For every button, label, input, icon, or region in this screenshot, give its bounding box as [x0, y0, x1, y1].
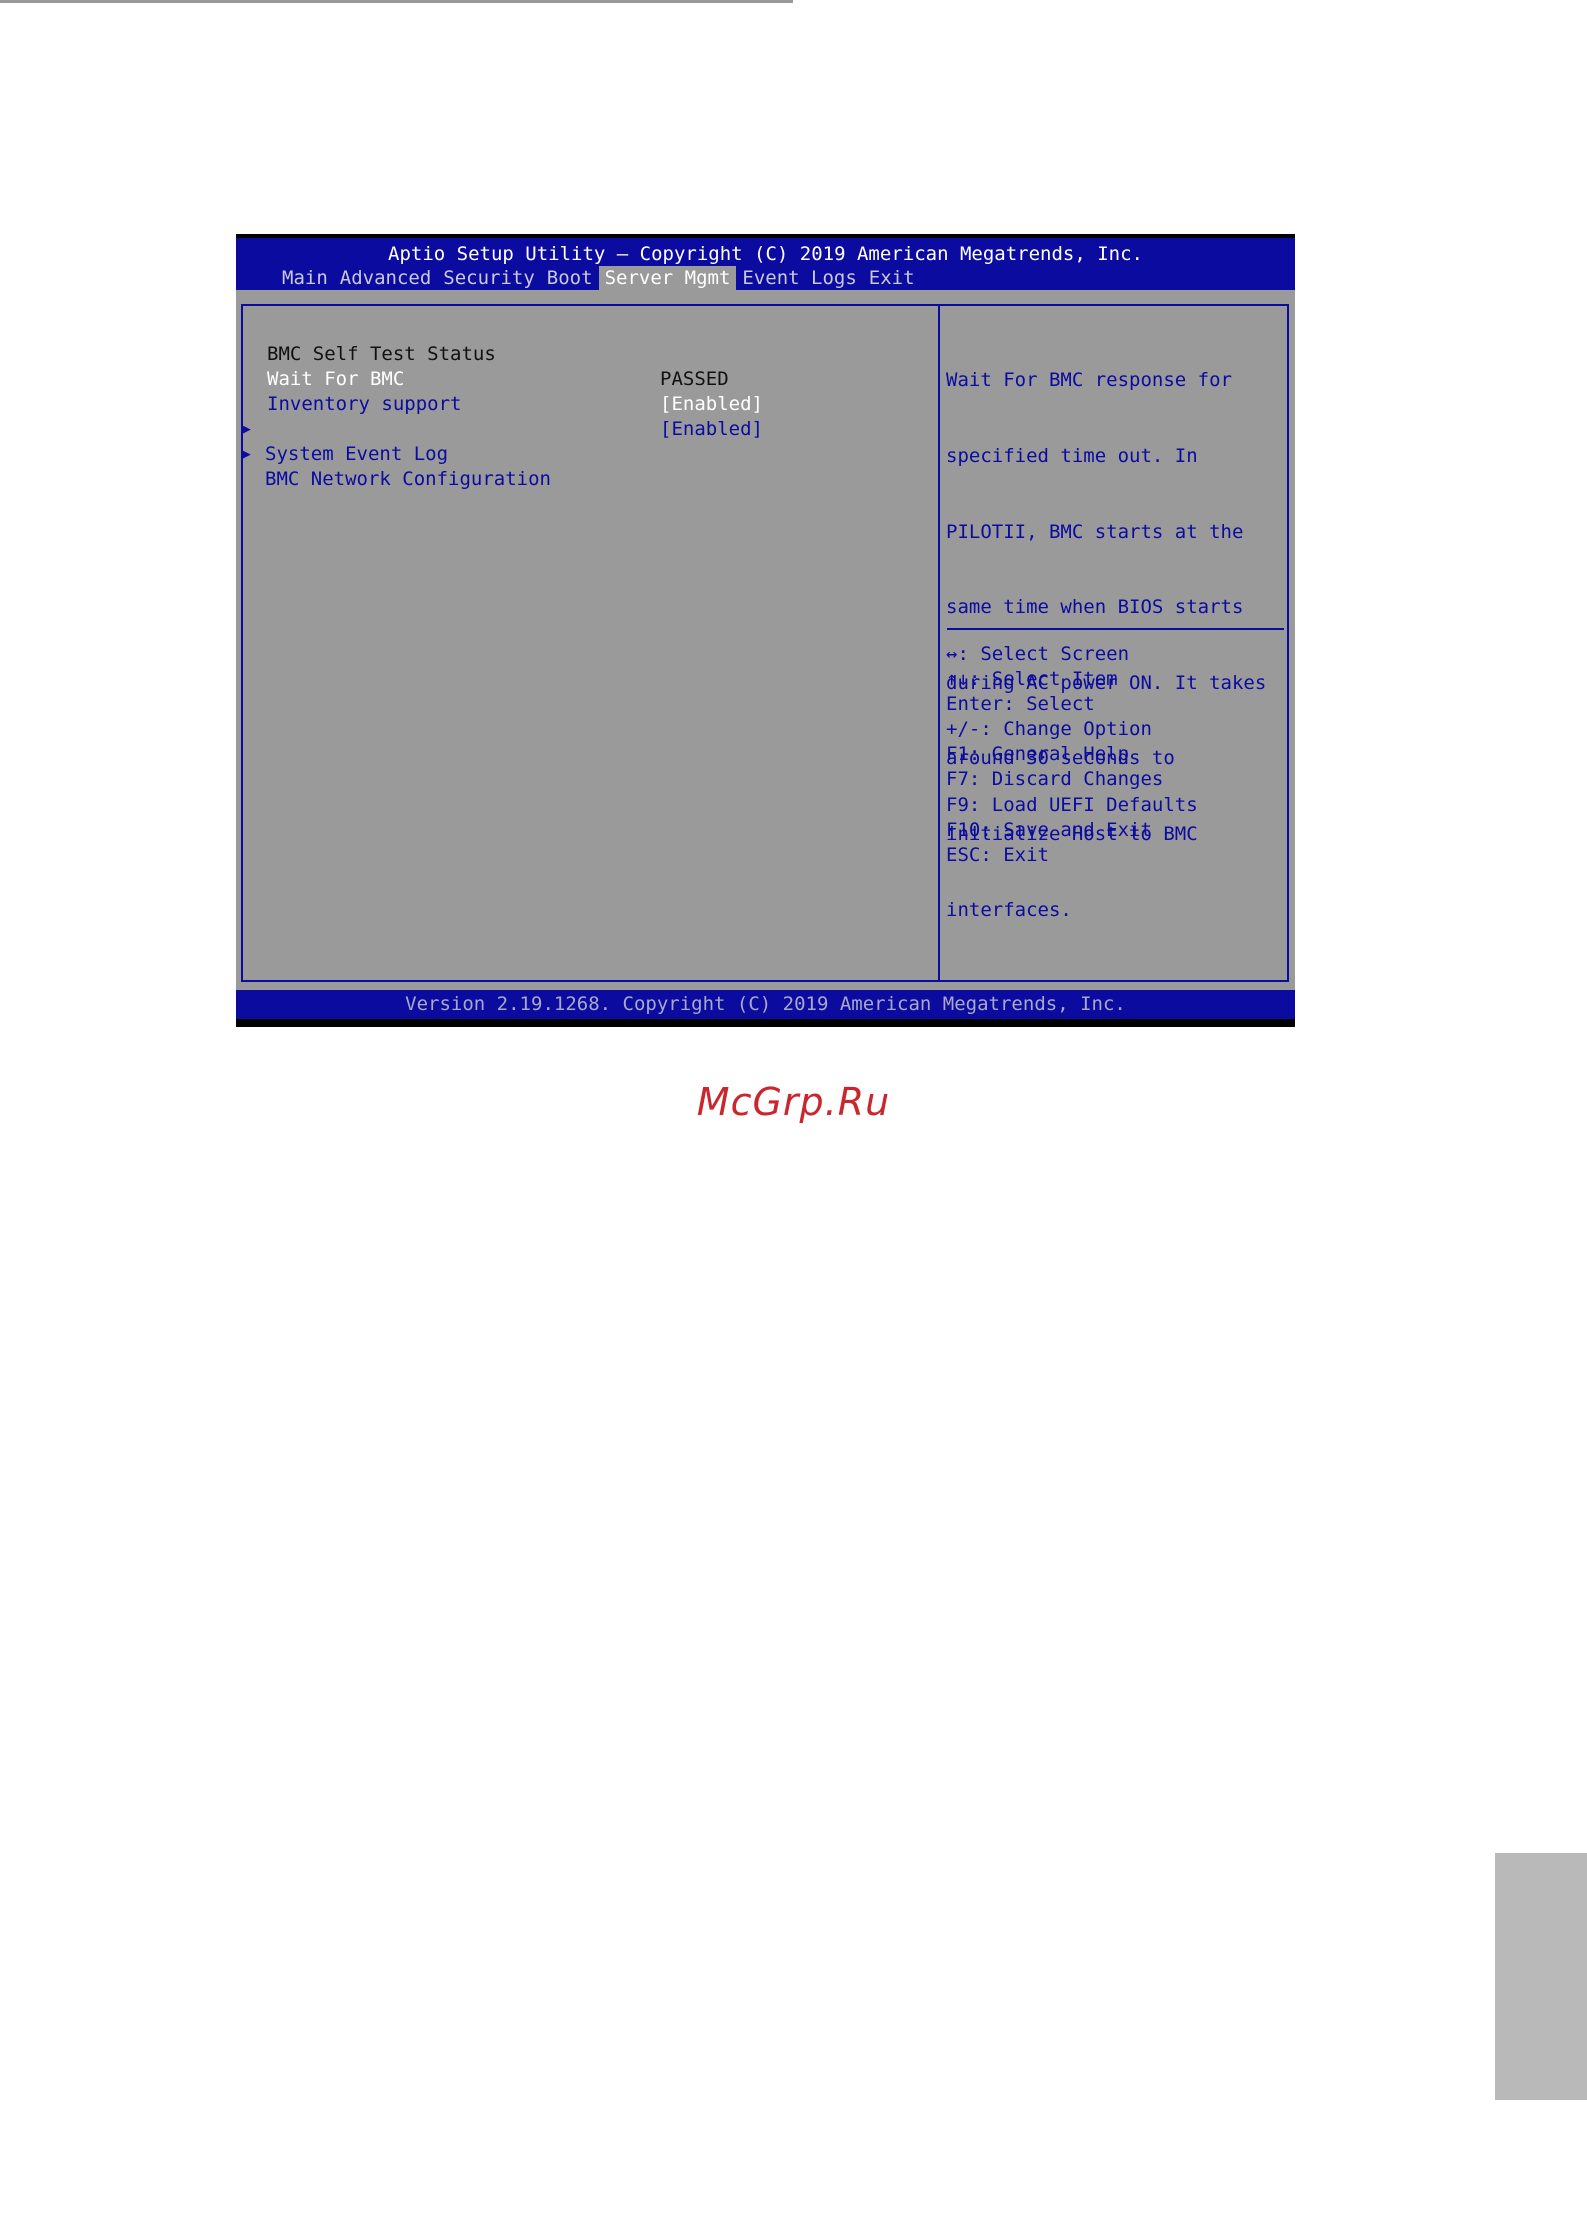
- tab-security[interactable]: Security: [437, 266, 541, 290]
- key-help-enter: Enter: Select: [946, 693, 1095, 716]
- bios-header: Aptio Setup Utility – Copyright (C) 2019…: [236, 238, 1295, 290]
- help-line: same time when BIOS starts: [946, 596, 1244, 619]
- page-top-rule: [0, 0, 793, 3]
- bios-screenshot: Aptio Setup Utility – Copyright (C) 2019…: [236, 234, 1295, 1027]
- key-help-change-option: +/-: Change Option: [946, 718, 1152, 741]
- tab-server-mgmt[interactable]: Server Mgmt: [598, 266, 737, 290]
- bios-title: Aptio Setup Utility – Copyright (C) 2019…: [388, 243, 1143, 265]
- key-help-select-item: ↑↓: Select Item: [946, 668, 1118, 691]
- help-line: specified time out. In: [946, 445, 1198, 468]
- tab-advanced[interactable]: Advanced: [334, 266, 438, 290]
- panel-vertical-divider: [938, 304, 940, 982]
- watermark-text: McGrp.Ru: [696, 1080, 891, 1124]
- submenu-arrow-icon: ▶: [243, 447, 251, 462]
- help-line: interfaces.: [946, 898, 1072, 921]
- setting-value[interactable]: [Enabled]: [660, 417, 763, 442]
- setting-value: PASSED: [660, 368, 729, 390]
- key-help-save-exit: F10: Save and Exit: [946, 818, 1152, 841]
- setting-value[interactable]: [Enabled]: [660, 392, 763, 417]
- page-side-tab: [1495, 1853, 1587, 2100]
- help-line: Wait For BMC response for: [946, 369, 1232, 392]
- bios-main-panel: BMC Self Test Status PASSED Wait For BMC…: [236, 290, 1295, 990]
- tab-exit[interactable]: Exit: [863, 266, 921, 290]
- bios-footer: Version 2.19.1268. Copyright (C) 2019 Am…: [236, 990, 1295, 1019]
- key-help-load-defaults: F9: Load UEFI Defaults: [946, 793, 1198, 816]
- help-line: PILOTII, BMC starts at the: [946, 520, 1244, 543]
- key-help-general-help: F1: General Help: [946, 743, 1130, 766]
- submenu-label: BMC Network Configuration: [265, 468, 551, 490]
- tab-event-logs[interactable]: Event Logs: [736, 266, 862, 290]
- key-help-select-screen: ↔: Select Screen: [946, 643, 1130, 665]
- key-help-esc-exit: ESC: Exit: [946, 843, 1049, 866]
- tab-boot[interactable]: Boot: [541, 266, 599, 290]
- bios-tab-bar: Main Advanced Security Boot Server Mgmt …: [276, 266, 921, 290]
- submenu-bmc-network-configuration[interactable]: ▶ BMC Network Configuration: [236, 417, 551, 517]
- key-legend: ↔: Select Screen ↑↓: Select Item Enter: …: [946, 642, 1286, 868]
- key-help-discard-changes: F7: Discard Changes: [946, 768, 1164, 791]
- tab-main[interactable]: Main: [276, 266, 334, 290]
